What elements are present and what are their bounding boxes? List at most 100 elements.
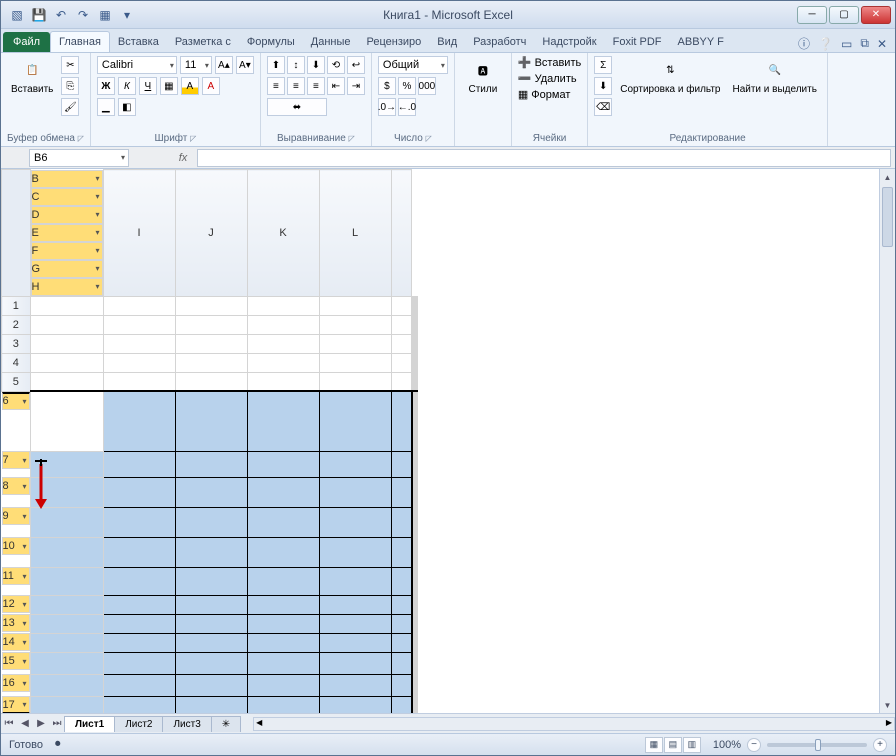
cell-E3[interactable]: [247, 334, 319, 353]
column-header-H[interactable]: H: [31, 278, 103, 296]
tab-file[interactable]: Файл: [3, 32, 50, 52]
row-header-16[interactable]: 16: [2, 674, 30, 692]
cell-G15[interactable]: [391, 652, 411, 674]
cell-E10[interactable]: [247, 537, 319, 567]
cell-F4[interactable]: [319, 353, 391, 372]
cell-D5[interactable]: [175, 372, 247, 391]
scroll-left-icon[interactable]: ◀: [256, 718, 262, 727]
cell-C5[interactable]: [103, 372, 175, 391]
cell-G1[interactable]: [391, 296, 411, 315]
cell-G4[interactable]: [391, 353, 411, 372]
tab-developer[interactable]: Разработч: [465, 32, 534, 52]
align-bottom-button[interactable]: ⬇: [307, 56, 325, 74]
cell-D17[interactable]: [175, 696, 247, 713]
cell-C10[interactable]: [103, 537, 175, 567]
border-button[interactable]: ▦: [160, 77, 178, 95]
new-sheet-button[interactable]: ✳: [211, 716, 241, 732]
sheet-nav-next-icon[interactable]: ▶: [33, 718, 49, 729]
cell-C17[interactable]: [103, 696, 175, 713]
cell-B9[interactable]: [30, 507, 103, 537]
cell-F15[interactable]: [319, 652, 391, 674]
cell-F2[interactable]: [319, 315, 391, 334]
cell-F12[interactable]: [319, 595, 391, 614]
zoom-slider-knob[interactable]: [815, 739, 821, 751]
scroll-thumb[interactable]: [882, 187, 893, 247]
tab-abbyy[interactable]: ABBYY F: [670, 32, 732, 52]
font-color-button[interactable]: A: [202, 77, 220, 95]
tab-addins[interactable]: Надстройк: [534, 32, 604, 52]
cell-G11[interactable]: [391, 567, 411, 595]
cell-G14[interactable]: [391, 633, 411, 652]
cell-F6[interactable]: [319, 391, 391, 451]
find-select-button[interactable]: 🔍 Найти и выделить: [728, 56, 820, 97]
maximize-button[interactable]: ▢: [829, 6, 859, 24]
name-box[interactable]: B6: [29, 149, 129, 167]
close-button[interactable]: ✕: [861, 6, 891, 24]
cell-D4[interactable]: [175, 353, 247, 372]
row-header-1[interactable]: 1: [2, 296, 31, 315]
sheet-tab-3[interactable]: Лист3: [162, 716, 211, 732]
scroll-right-icon[interactable]: ▶: [886, 718, 892, 727]
cell-B15[interactable]: [30, 652, 103, 674]
cell-D8[interactable]: [175, 477, 247, 507]
sheet-tab-1[interactable]: Лист1: [64, 716, 115, 732]
cell-D7[interactable]: [175, 451, 247, 477]
cell-G5[interactable]: [391, 372, 411, 391]
cell-B13[interactable]: [30, 614, 103, 633]
cell-D6[interactable]: [175, 391, 247, 451]
cell-G3[interactable]: [391, 334, 411, 353]
scroll-up-icon[interactable]: ▲: [880, 169, 895, 185]
row-header-4[interactable]: 4: [2, 353, 31, 372]
cell-E6[interactable]: [247, 391, 319, 451]
cell-B5[interactable]: [30, 372, 103, 391]
fill-button[interactable]: ◧: [118, 98, 136, 116]
cell-C12[interactable]: [103, 595, 175, 614]
cell-D11[interactable]: [175, 567, 247, 595]
close-workbook-icon[interactable]: ✕: [877, 37, 887, 51]
clipboard-launcher-icon[interactable]: ◸: [78, 134, 84, 143]
cell-G6[interactable]: [391, 391, 411, 451]
redo-icon[interactable]: ↷: [75, 7, 91, 23]
sheet-nav-last-icon[interactable]: ⏭: [49, 718, 65, 729]
paste-button[interactable]: 📋 Вставить: [7, 56, 57, 97]
cell-D1[interactable]: [175, 296, 247, 315]
cell-C7[interactable]: [103, 451, 175, 477]
cell-B10[interactable]: [30, 537, 103, 567]
cell-C6[interactable]: [103, 391, 175, 451]
cell-D2[interactable]: [175, 315, 247, 334]
cell-E8[interactable]: [247, 477, 319, 507]
cell-F10[interactable]: [319, 537, 391, 567]
cell-E15[interactable]: [247, 652, 319, 674]
cell-E5[interactable]: [247, 372, 319, 391]
cell-C1[interactable]: [103, 296, 175, 315]
row-header-2[interactable]: 2: [2, 315, 31, 334]
cell-F14[interactable]: [319, 633, 391, 652]
cell-C14[interactable]: [103, 633, 175, 652]
column-header-K[interactable]: K: [247, 170, 319, 297]
cell-E2[interactable]: [247, 315, 319, 334]
row-header-5[interactable]: 5: [2, 372, 31, 391]
row-header-7[interactable]: 7: [2, 451, 30, 469]
cell-B16[interactable]: [30, 674, 103, 696]
cell-C9[interactable]: [103, 507, 175, 537]
cell-D3[interactable]: [175, 334, 247, 353]
cell-B17[interactable]: [30, 696, 103, 713]
cell-E17[interactable]: [247, 696, 319, 713]
cut-button[interactable]: ✂: [61, 56, 79, 74]
cell-F1[interactable]: [319, 296, 391, 315]
help-icon[interactable]: ❔: [818, 37, 833, 51]
column-header-G[interactable]: G: [31, 260, 103, 278]
cell-B6[interactable]: [30, 391, 103, 451]
percent-button[interactable]: %: [398, 77, 416, 95]
cell-E16[interactable]: [247, 674, 319, 696]
column-header-J[interactable]: J: [175, 170, 247, 297]
customize-icon[interactable]: ▦: [97, 7, 113, 23]
cell-G13[interactable]: [391, 614, 411, 633]
align-top-button[interactable]: ⬆: [267, 56, 285, 74]
row-header-13[interactable]: 13: [2, 614, 30, 632]
row-header-8[interactable]: 8: [2, 477, 30, 495]
align-right-button[interactable]: ≡: [307, 77, 325, 95]
cell-C3[interactable]: [103, 334, 175, 353]
format-cells-button[interactable]: Формат: [531, 89, 570, 101]
styles-button[interactable]: 🅰 Стили: [461, 56, 505, 97]
